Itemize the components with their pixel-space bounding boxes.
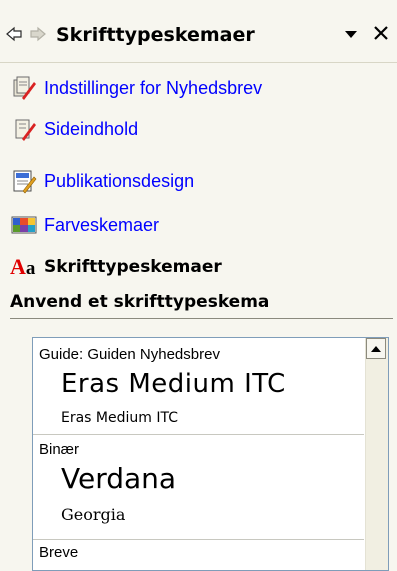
close-pane-button[interactable] xyxy=(370,22,392,44)
nav-item-font-schemes[interactable]: Aa Skrifttypeskemaer xyxy=(10,252,222,282)
nav-item-label: Sideindhold xyxy=(44,118,139,139)
nav-item-label: Farveskemaer xyxy=(44,214,160,235)
pane-title: Skrifttypeskemaer xyxy=(56,24,255,46)
section-divider xyxy=(10,318,393,319)
newsletter-options-icon xyxy=(13,76,36,100)
font-scheme-item[interactable]: Binær Verdana Georgia xyxy=(33,435,364,540)
scheme-body-font: Georgia xyxy=(61,505,126,524)
publication-design-icon xyxy=(13,170,37,194)
dropdown-triangle-icon[interactable] xyxy=(342,26,360,42)
scheme-label: Breve xyxy=(39,544,79,561)
font-scheme-listbox[interactable]: Guide: Guiden Nyhedsbrev Eras Medium ITC… xyxy=(32,337,389,571)
scroll-up-button[interactable] xyxy=(366,338,386,359)
font-scheme-icon: Aa xyxy=(10,254,44,280)
page-content-icon xyxy=(15,119,36,141)
scheme-label: Guide: Guiden Nyhedsbrev xyxy=(39,346,220,363)
aa-icon-big: A xyxy=(10,254,26,279)
task-pane-header: Skrifttypeskemaer xyxy=(0,0,397,63)
nav-item-newsletter-options[interactable]: Indstillinger for Nyhedsbrev xyxy=(10,73,262,103)
nav-item-publication-design[interactable]: Publikationsdesign xyxy=(10,166,194,196)
back-arrow-icon[interactable] xyxy=(6,26,22,42)
font-scheme-item[interactable]: Breve xyxy=(33,540,364,570)
section-heading: Anvend et skrifttypeskema xyxy=(10,292,270,312)
scheme-label: Binær xyxy=(39,441,80,458)
nav-item-page-content[interactable]: Sideindhold xyxy=(10,114,138,144)
forward-arrow-icon[interactable] xyxy=(30,26,46,42)
scroll-up-arrow-icon xyxy=(371,345,381,352)
color-scheme-icon xyxy=(11,216,37,234)
scheme-body-font: Eras Medium ITC xyxy=(61,410,178,426)
scheme-heading-font: Eras Medium ITC xyxy=(61,369,286,399)
nav-item-label: Skrifttypeskemaer xyxy=(44,257,222,277)
nav-item-color-schemes[interactable]: Farveskemaer xyxy=(10,210,159,240)
scroll-track[interactable] xyxy=(366,359,388,570)
aa-icon-small: a xyxy=(25,258,36,279)
font-scheme-item[interactable]: Guide: Guiden Nyhedsbrev Eras Medium ITC… xyxy=(33,338,364,435)
listbox-scrollbar[interactable] xyxy=(365,338,388,570)
close-icon xyxy=(374,26,388,40)
nav-item-label: Indstillinger for Nyhedsbrev xyxy=(44,77,263,98)
scheme-heading-font: Verdana xyxy=(61,462,177,495)
nav-item-label: Publikationsdesign xyxy=(44,170,195,191)
